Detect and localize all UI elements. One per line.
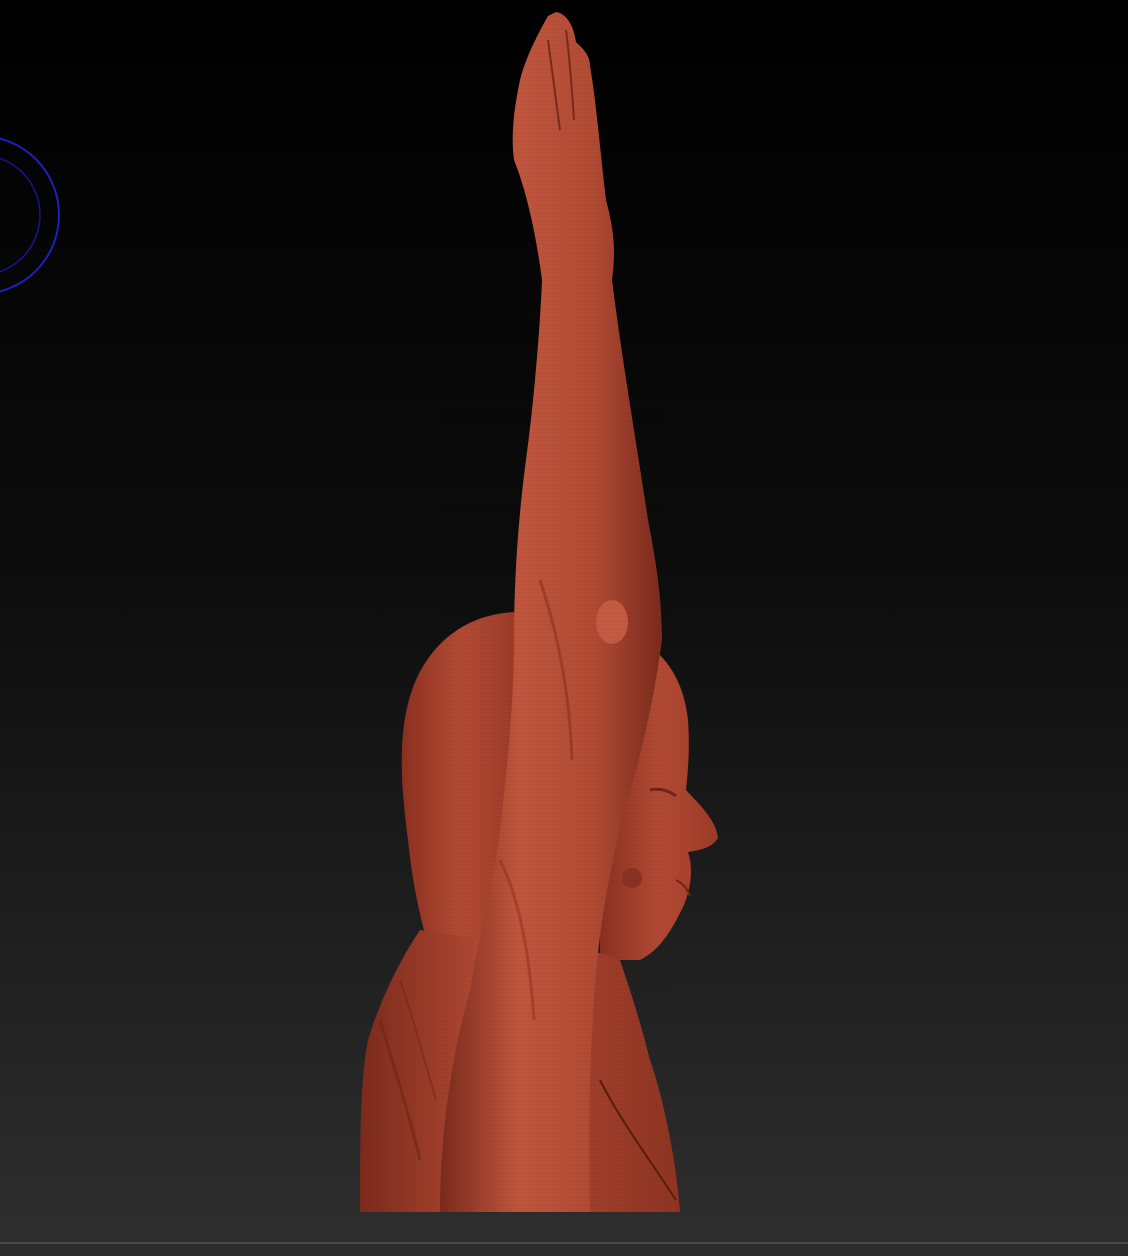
3d-viewport[interactable] bbox=[0, 0, 1128, 1256]
sculpt-raised-arm bbox=[440, 10, 670, 1212]
model-canvas[interactable] bbox=[0, 0, 1128, 1242]
status-bar bbox=[0, 1242, 1128, 1256]
